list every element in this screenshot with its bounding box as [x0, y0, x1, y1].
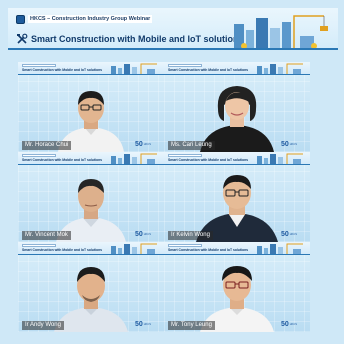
- tile-title: Smart Construction with Mobile and IoT s…: [168, 158, 249, 162]
- anniversary-logo: 50 HKCS: [135, 140, 161, 149]
- anniversary-logo: 50 HKCS: [281, 320, 307, 329]
- construction-skyline-icon: [234, 15, 328, 48]
- anniversary-caption: HKCS: [289, 143, 298, 146]
- webinar-title: Smart Construction with Mobile and IoT s…: [31, 34, 244, 44]
- tile-banner: Smart Construction with Mobile and IoT s…: [164, 152, 310, 165]
- tile-title: Smart Construction with Mobile and IoT s…: [22, 68, 103, 72]
- tile-title: Smart Construction with Mobile and IoT s…: [22, 248, 103, 252]
- anniversary-caption: HKCS: [143, 143, 152, 146]
- tile-banner: Smart Construction with Mobile and IoT s…: [164, 242, 310, 255]
- participant-name: Ms. Cari Leung: [168, 141, 215, 150]
- tile-skyline-icon: [257, 63, 303, 74]
- organizer-logo-icon: [16, 14, 25, 24]
- video-tile[interactable]: Smart Construction with Mobile and IoT s…: [18, 62, 164, 152]
- tile-title: Smart Construction with Mobile and IoT s…: [168, 68, 249, 72]
- anniversary-number: 50: [281, 320, 289, 328]
- tile-organizer-bar: [22, 244, 56, 247]
- tools-icon: [17, 33, 28, 44]
- anniversary-logo: 50 HKCS: [281, 230, 307, 239]
- anniversary-caption: HKCS: [143, 233, 152, 236]
- tile-skyline-icon: [111, 153, 157, 164]
- tile-organizer-bar: [22, 154, 56, 157]
- tile-skyline-icon: [257, 243, 303, 254]
- organizer-line: HKCS – Construction Industry Group Webin…: [16, 14, 153, 24]
- video-grid: Smart Construction with Mobile and IoT s…: [18, 62, 310, 332]
- tile-organizer-bar: [168, 154, 202, 157]
- tile-organizer-bar: [168, 64, 202, 67]
- tile-banner: Smart Construction with Mobile and IoT s…: [18, 242, 164, 255]
- organizer-text: HKCS – Construction Industry Group Webin…: [28, 15, 153, 23]
- video-tile[interactable]: Smart Construction with Mobile and IoT s…: [18, 152, 164, 242]
- participant-name: Ir Andy Wong: [22, 321, 64, 330]
- webinar-window: HKCS – Construction Industry Group Webin…: [0, 0, 344, 344]
- webinar-banner: HKCS – Construction Industry Group Webin…: [8, 8, 338, 50]
- anniversary-number: 50: [281, 230, 289, 238]
- anniversary-number: 50: [135, 230, 143, 238]
- anniversary-logo: 50 HKCS: [135, 320, 161, 329]
- anniversary-caption: HKCS: [143, 323, 152, 326]
- anniversary-logo: 50 HKCS: [281, 140, 307, 149]
- video-tile[interactable]: Smart Construction with Mobile and IoT s…: [164, 152, 310, 242]
- anniversary-number: 50: [135, 140, 143, 148]
- tile-organizer-bar: [22, 64, 56, 67]
- participant-name: Mr. Vincent Mok: [22, 231, 71, 240]
- video-tile[interactable]: Smart Construction with Mobile and IoT s…: [164, 62, 310, 152]
- participant-name: Ir Kelvin Wong: [168, 231, 213, 240]
- anniversary-number: 50: [281, 140, 289, 148]
- tile-banner: Smart Construction with Mobile and IoT s…: [18, 62, 164, 75]
- tile-skyline-icon: [111, 63, 157, 74]
- anniversary-number: 50: [135, 320, 143, 328]
- tile-banner: Smart Construction with Mobile and IoT s…: [164, 62, 310, 75]
- tile-title: Smart Construction with Mobile and IoT s…: [168, 248, 249, 252]
- participant-name: Mr. Tony Leung: [168, 321, 215, 330]
- video-tile[interactable]: Smart Construction with Mobile and IoT s…: [164, 242, 310, 332]
- tile-skyline-icon: [111, 243, 157, 254]
- banner-title: Smart Construction with Mobile and IoT s…: [16, 32, 244, 46]
- tile-skyline-icon: [257, 153, 303, 164]
- tile-organizer-bar: [168, 244, 202, 247]
- participant-name: Mr. Horace Chui: [22, 141, 72, 150]
- anniversary-caption: HKCS: [289, 233, 298, 236]
- tile-title: Smart Construction with Mobile and IoT s…: [22, 158, 103, 162]
- anniversary-caption: HKCS: [289, 323, 298, 326]
- tile-banner: Smart Construction with Mobile and IoT s…: [18, 152, 164, 165]
- video-tile[interactable]: Smart Construction with Mobile and IoT s…: [18, 242, 164, 332]
- anniversary-logo: 50 HKCS: [135, 230, 161, 239]
